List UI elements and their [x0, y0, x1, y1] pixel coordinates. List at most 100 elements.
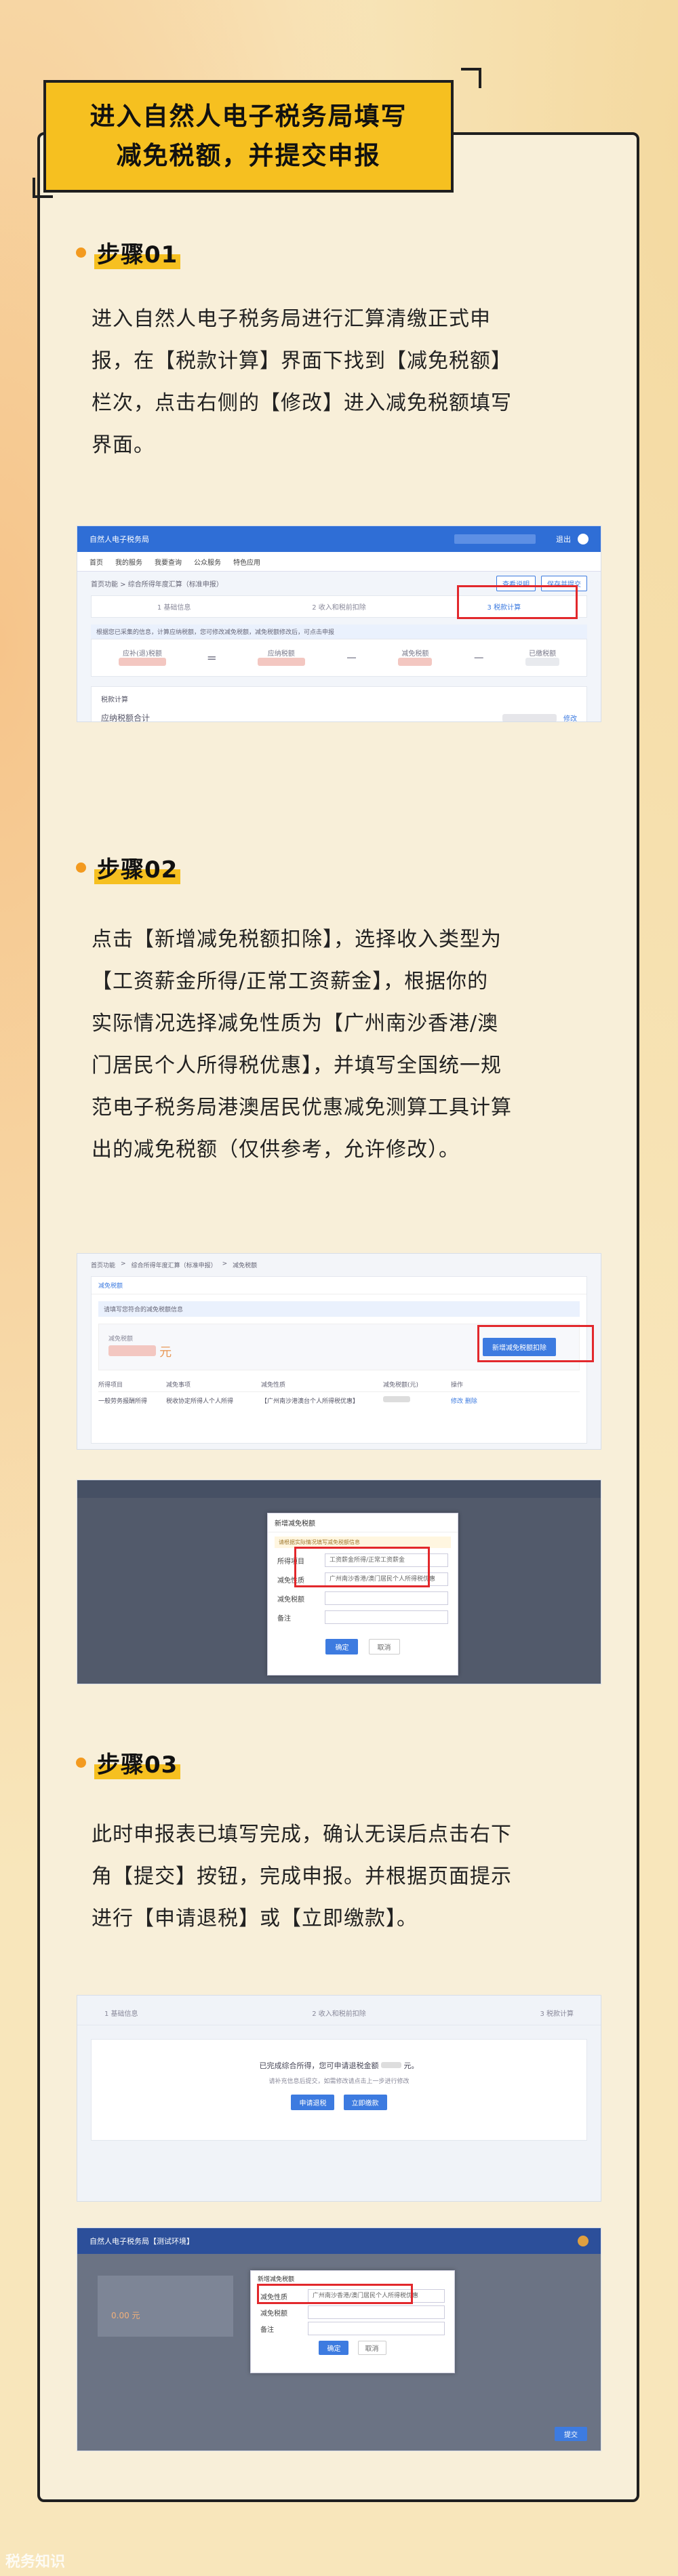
redacted-value: [381, 2062, 401, 2068]
notice-bar: 根据您已采集的信息，计算应纳税额，您可修改减免税额，减免税额修改后，可点击申报: [91, 625, 587, 639]
avatar[interactable]: [578, 534, 589, 544]
section-title: 税款计算: [101, 696, 128, 704]
breadcrumb: 首页功能 > 综合所得年度汇算（标准申报）: [91, 581, 223, 589]
confirm-button[interactable]: 确定: [319, 2341, 349, 2355]
bullet-icon: [76, 863, 86, 873]
crumb-item[interactable]: 综合所得年度汇算（标准申报）: [132, 1261, 217, 1269]
screenshot-deduction-list: 首页功能 > 综合所得年度汇算（标准申报） > 减免税额 减免税额 请填写您符合的减…: [77, 1253, 601, 1450]
screenshot-tax-calculation: 自然人电子税务局 退出 首页 我的服务 我要查询 公众服务 特色应用 首页功能 …: [77, 526, 601, 722]
step-label: 步骤02: [94, 851, 181, 884]
redacted-value: [525, 658, 560, 666]
crumb-item[interactable]: 首页功能: [91, 1261, 115, 1269]
screenshot-submit-result: 1 基础信息 2 收入和税前扣除 3 税款计算 已完成综合所得，您可申请退税金额…: [77, 1995, 601, 2202]
corner-decoration: [33, 178, 53, 198]
nav-item-query[interactable]: 我要查询: [155, 557, 182, 567]
highlight-box: [477, 1325, 594, 1362]
apply-refund-button[interactable]: 申请退税: [291, 2095, 335, 2110]
calc-label: 应纳税额: [267, 650, 295, 658]
calc-label: 减免税额: [401, 650, 429, 658]
pay-now-button[interactable]: 立即缴款: [343, 2095, 387, 2110]
column-header: 减免税额(元): [383, 1382, 419, 1389]
step-label: 步骤03: [94, 1746, 181, 1779]
highlight-box: [294, 1547, 430, 1587]
field-label: 减免税额: [260, 2310, 287, 2318]
step-01-heading: 步骤01: [76, 236, 181, 269]
redacted-value: [108, 1345, 156, 1356]
add-deduction-modal: 新增减免税额 请根据实际情况填写减免税额信息 所得项目 工资薪金所得/正常工资薪金…: [267, 1513, 458, 1676]
redacted-value: [257, 658, 305, 666]
user-menu[interactable]: 退出: [556, 534, 571, 544]
result-hint: 请补充信息后提交，如需修改请点击上一步进行修改: [268, 2078, 410, 2085]
column-header: 操作: [451, 1382, 464, 1389]
table-cell: 一般劳务报酬所得: [98, 1398, 148, 1405]
amount-display: 0.00 元: [111, 2311, 140, 2320]
bullet-icon: [76, 247, 86, 258]
submit-button[interactable]: 提交: [555, 2427, 587, 2441]
title-line-2: 减免税额，并提交申报: [116, 141, 381, 170]
table-cell: 【广州南沙港澳台个人所得税优惠】: [261, 1398, 359, 1405]
step-progress: 1 基础信息 2 收入和税前扣除 3 税款计算: [77, 1996, 601, 2025]
confirm-button[interactable]: 确定: [325, 1639, 359, 1654]
field-label: 备注: [260, 2326, 274, 2334]
deduction-amount-input[interactable]: [325, 1591, 448, 1605]
highlight-box: [257, 2284, 413, 2304]
row-actions[interactable]: 修改 删除: [451, 1396, 477, 1405]
remark-input[interactable]: [325, 1610, 448, 1624]
avatar[interactable]: [578, 2236, 589, 2246]
notice-bar: 请填写您符合的减免税额信息: [98, 1301, 580, 1317]
step-01-text: 进入自然人电子税务局进行汇算清缴正式申 报，在【税款计算】界面下找到【减免税额】…: [92, 307, 512, 457]
row-label: 应纳税额合计: [101, 713, 151, 722]
column-header: 所得项目: [98, 1382, 123, 1389]
remark-input[interactable]: [308, 2322, 445, 2335]
step-03-heading: 步骤03: [76, 1746, 181, 1779]
field-label: 减免税额: [277, 1596, 304, 1604]
nav-item-public[interactable]: 公众服务: [194, 557, 221, 567]
column-header: 减免性质: [261, 1382, 286, 1389]
tab-basic[interactable]: 1 基础信息: [92, 596, 256, 617]
operator: －: [473, 652, 485, 666]
calc-label: 应补(退)税额: [123, 650, 162, 658]
modal-title: 新增减免税额: [268, 1513, 458, 1532]
step-label: 步骤01: [94, 236, 181, 269]
field-label: 备注: [277, 1614, 291, 1623]
modify-link[interactable]: 修改: [563, 713, 577, 721]
progress-step: 3 税款计算: [540, 2010, 574, 2018]
calc-summary: 应补(退)税额 = 应纳税额 － 减免税额 － 已缴税额: [91, 639, 587, 677]
table-row: 一般劳务报酬所得 税收协定所得人个人所得 【广州南沙港澳台个人所得税优惠】 修改…: [98, 1396, 580, 1405]
screenshot-submit-modal: 自然人电子税务局【测试环境】 0.00 元 新增减免税额 减免性质 广州南沙香港/…: [77, 2227, 601, 2451]
redacted-value: [383, 1396, 410, 1402]
table-cell: 税收协定所得人个人所得: [166, 1398, 234, 1405]
screenshot-add-deduction-modal: 新增减免税额 请根据实际情况填写减免税额信息 所得项目 工资薪金所得/正常工资薪金…: [77, 1480, 601, 1684]
tab-income[interactable]: 2 收入和税前扣除: [256, 596, 421, 617]
page-title: 进入自然人电子税务局填写 减免税额，并提交申报: [43, 80, 454, 193]
app-header: 自然人电子税务局【测试环境】: [77, 2228, 601, 2254]
nav-item-home[interactable]: 首页: [89, 557, 103, 567]
app-title: 自然人电子税务局【测试环境】: [89, 2237, 194, 2246]
deduction-amount-input[interactable]: [308, 2305, 445, 2319]
watermark: 税务知识: [5, 2554, 66, 2571]
nav-item-services[interactable]: 我的服务: [115, 557, 142, 567]
result-unit: 元。: [403, 2061, 419, 2070]
crumb-item: 减免税额: [233, 1263, 258, 1269]
app-header: 自然人电子税务局 退出: [77, 526, 601, 552]
column-header: 减免事项: [166, 1382, 191, 1389]
table-header: 所得项目 减免事项 减免性质 减免税额(元) 操作: [98, 1380, 580, 1392]
search-input[interactable]: [454, 534, 536, 544]
progress-step: 2 收入和税前扣除: [312, 2010, 366, 2018]
app-title: 自然人电子税务局: [89, 535, 149, 544]
operator: =: [206, 650, 217, 665]
amount-label: 减免税额: [108, 1336, 134, 1343]
cancel-button[interactable]: 取消: [368, 1639, 400, 1654]
table-cell: [383, 1396, 451, 1405]
nav-item-special[interactable]: 特色应用: [233, 557, 260, 567]
operator: －: [345, 652, 358, 666]
corner-decoration: [461, 68, 481, 88]
redacted-value: [398, 658, 433, 666]
step-03-text: 此时申报表已填写完成，确认无误后点击右下 角【提交】按钮，完成申报。并根据页面提…: [92, 1823, 512, 1930]
step-02-text: 点击【新增减免税额扣除】，选择收入类型为 【工资薪金所得/正常工资薪金】，根据你…: [92, 928, 512, 1162]
cancel-button[interactable]: 取消: [357, 2341, 386, 2355]
tax-calc-section: 税款计算 应纳税额合计 修改: [91, 686, 587, 722]
redacted-value: [118, 658, 166, 666]
tab-deduction[interactable]: 减免税额: [92, 1277, 586, 1294]
redacted-value: [502, 713, 557, 721]
